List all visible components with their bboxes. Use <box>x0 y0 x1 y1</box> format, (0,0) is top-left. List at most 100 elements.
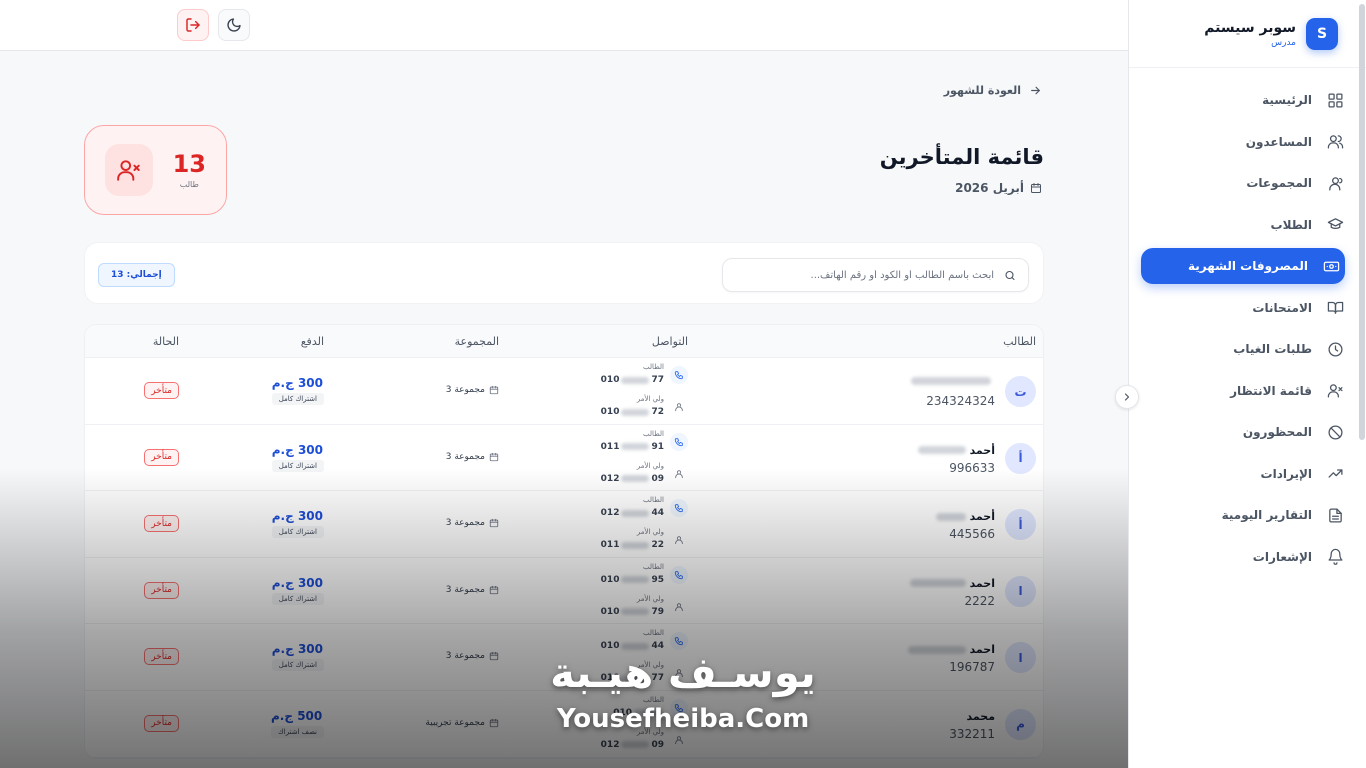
table-row[interactable]: م محمد 332211 الطالب 010 ولي الأمر 012 09 مجموعة… <box>85 691 1043 758</box>
status-badge: متأخر <box>144 448 179 466</box>
sidebar-item-user-x[interactable]: قائمة الانتظار <box>1141 373 1344 409</box>
sidebar-item-graduation-cap[interactable]: الطلاب <box>1141 207 1344 243</box>
money-icon <box>1322 257 1340 275</box>
user-x-icon <box>1326 382 1344 400</box>
student-code: 196787 <box>949 660 995 675</box>
status-badge: متأخر <box>144 382 179 399</box>
status-badge: متأخر <box>144 515 179 533</box>
user-x-icon <box>116 160 140 181</box>
student-name: محمد <box>966 709 995 723</box>
payment-type: اشتراك كامل <box>271 659 324 672</box>
contact-cell: الطالب 012 44 ولي الأمر 011 22 <box>598 495 688 555</box>
ban-icon <box>1326 423 1344 441</box>
avatar: أ <box>1005 442 1036 474</box>
sidebar-item-label: المساعدون <box>1245 134 1312 149</box>
brand-logo: S <box>1306 17 1338 50</box>
sidebar-item-users[interactable]: المساعدون <box>1141 124 1344 160</box>
sidebar-item-ban[interactable]: المحظورون <box>1141 414 1344 450</box>
trending-up-icon <box>1326 465 1344 483</box>
moon-icon <box>227 18 241 32</box>
table-row[interactable]: ت 234324324 الطالب 010 77 ولي الأمر 010 72 مجموع… <box>85 358 1043 425</box>
group-cell: مجموعة 3 <box>446 518 499 528</box>
logout-button[interactable] <box>177 9 209 41</box>
group-cell: مجموعة 3 <box>446 585 499 595</box>
arrow-right-icon <box>1031 86 1040 95</box>
redacted-name <box>909 579 966 588</box>
sidebar-item-bell[interactable]: الإشعارات <box>1141 539 1344 575</box>
student-contact[interactable]: الطالب 010 <box>598 695 688 723</box>
calendar-icon <box>489 585 499 595</box>
table-row[interactable]: ا احمد 196787 الطالب 010 44 ولي الأمر 010 77 مجمو… <box>85 624 1043 691</box>
payment-type: نصف اشتراك <box>271 725 324 738</box>
sidebar-item-label: الإشعارات <box>1252 549 1312 564</box>
bell-icon <box>1326 548 1344 566</box>
sidebar-item-label: طلبات الغياب <box>1233 342 1312 356</box>
user-icon <box>670 465 688 483</box>
student-contact[interactable]: الطالب 010 77 <box>598 362 688 390</box>
parent-contact[interactable]: ولي الأمر 011 22 <box>598 527 688 555</box>
calendar-icon <box>489 718 499 728</box>
brand-name: سوبر سيستم <box>1204 19 1296 36</box>
sidebar-item-label: الطلاب <box>1270 217 1312 232</box>
parent-contact[interactable]: ولي الأمر 012 09 <box>598 461 688 489</box>
phone-icon <box>670 366 688 384</box>
student-code: 234324324 <box>926 394 995 408</box>
payment-amount: 300 ج.م <box>271 442 323 457</box>
back-link-label: العودة للشهور <box>943 84 1021 97</box>
student-contact[interactable]: الطالب 012 44 <box>598 495 688 523</box>
logout-icon <box>186 18 200 32</box>
student-contact[interactable]: الطالب 010 95 <box>598 562 688 590</box>
student-name: احمد <box>907 643 995 656</box>
user-icon <box>670 731 688 749</box>
avatar: أ <box>1005 509 1036 541</box>
sidebar-item-money[interactable]: المصروفات الشهرية <box>1141 248 1345 284</box>
brand[interactable]: S سوبر سيستم مدرس <box>1129 0 1366 68</box>
student-code: 445566 <box>949 527 995 542</box>
main-content: العودة للشهور قائمة المتأخرين أبريل 2026… <box>0 51 1128 768</box>
sidebar-item-grid[interactable]: الرئيسية <box>1141 82 1344 118</box>
payment-type: اشتراك كامل <box>271 592 324 605</box>
student-contact[interactable]: الطالب 010 44 <box>598 628 688 656</box>
payment-amount: 300 ج.م <box>271 509 323 524</box>
payment-type: اشتراك كامل <box>271 393 324 405</box>
parent-contact[interactable]: ولي الأمر 010 79 <box>598 594 688 622</box>
payment-cell: 500 ج.م نصف اشتراك <box>271 709 324 738</box>
table-header: الطالب التواصل المجموعة الدفع الحالة <box>85 325 1043 358</box>
calendar-icon <box>489 518 499 528</box>
back-link[interactable]: العودة للشهور <box>944 84 1042 97</box>
table-row[interactable]: أ أحمد 445566 الطالب 012 44 ولي الأمر 011 22 مجمو… <box>85 491 1043 558</box>
student-code: 332211 <box>949 726 995 741</box>
student-code: 2222 <box>964 593 995 608</box>
sidebar-item-clock[interactable]: طلبات الغياب <box>1141 331 1344 367</box>
parent-contact[interactable]: ولي الأمر 012 09 <box>598 727 688 755</box>
status-badge: متأخر <box>144 648 179 666</box>
student-contact[interactable]: الطالب 011 91 <box>598 429 688 457</box>
student-name: احمد <box>909 577 995 590</box>
late-count-card: 13 طالب <box>84 125 227 215</box>
filter-card: إجمالي: 13 <box>84 242 1044 304</box>
table-row[interactable]: ا احمد 2222 الطالب 010 95 ولي الأمر 010 79 مجموعة… <box>85 558 1043 625</box>
grid-icon <box>1326 91 1344 109</box>
payment-cell: 300 ج.م اشتراك كامل <box>271 442 324 472</box>
payment-amount: 500 ج.م <box>271 708 323 723</box>
header-contact: التواصل <box>651 335 688 348</box>
parent-contact[interactable]: ولي الأمر 010 72 <box>598 394 688 422</box>
user-icon <box>670 398 688 416</box>
sidebar-item-trending-up[interactable]: الإيرادات <box>1141 456 1344 492</box>
sidebar-item-group[interactable]: المجموعات <box>1141 165 1344 201</box>
page-month: أبريل 2026 <box>955 181 1042 195</box>
student-name <box>911 377 995 385</box>
sidebar-scrollbar[interactable] <box>1358 0 1366 768</box>
search-input[interactable] <box>735 269 995 281</box>
search-box[interactable] <box>722 258 1029 292</box>
sidebar-item-document[interactable]: التقارير اليومية <box>1141 497 1344 533</box>
theme-toggle-button[interactable] <box>218 9 250 41</box>
late-students-table: الطالب التواصل المجموعة الدفع الحالة ت 23… <box>84 324 1044 759</box>
late-count-label: طالب <box>179 179 199 189</box>
sidebar-item-book[interactable]: الامتحانات <box>1141 290 1344 326</box>
group-cell: مجموعة تجريبية <box>425 718 499 728</box>
student-name: أحمد <box>917 444 995 457</box>
sidebar-item-label: المحظورون <box>1242 425 1312 439</box>
parent-contact[interactable]: ولي الأمر 010 77 <box>598 660 688 688</box>
table-row[interactable]: أ أحمد 996633 الطالب 011 91 ولي الأمر 012 09 مجمو… <box>85 425 1043 492</box>
